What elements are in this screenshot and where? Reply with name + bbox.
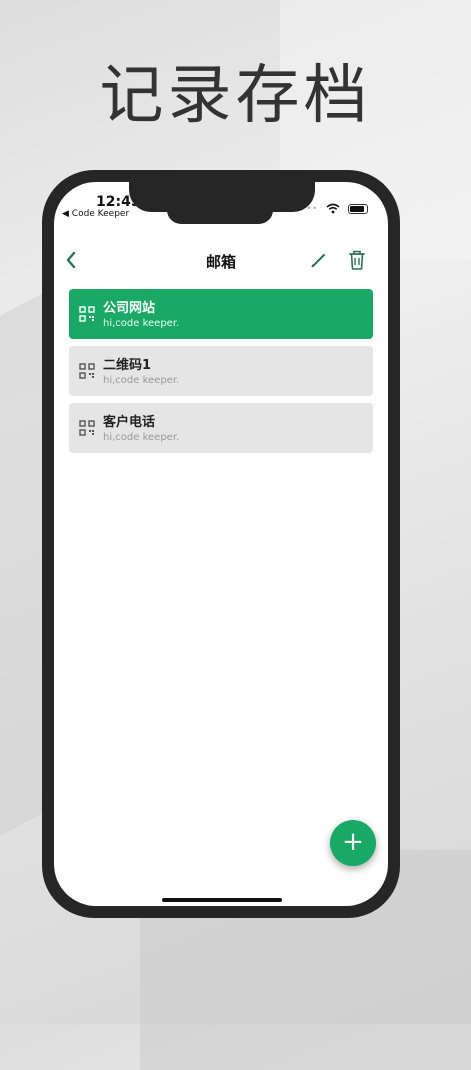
item-subtitle: hi,code keeper. (103, 375, 180, 386)
phone-notch (167, 200, 273, 224)
pencil-icon[interactable] (308, 249, 330, 271)
item-subtitle: hi,code keeper. (103, 318, 180, 329)
qr-code-icon (79, 363, 95, 379)
home-indicator[interactable] (162, 898, 282, 902)
nav-bar: 邮箱 (54, 238, 388, 282)
page-title: 邮箱 (205, 253, 236, 271)
record-list: 公司网站 hi,code keeper. 二维码1 hi,code keeper… (69, 289, 373, 460)
promo-headline: 记录存档 (99, 59, 372, 133)
wifi-icon (326, 203, 340, 214)
item-title: 公司网站 (103, 301, 156, 316)
phone-frame: 12:45 ◀ Code Keeper •••• 邮箱 公司网站 hi,code… (42, 170, 400, 918)
item-title: 客户电话 (103, 415, 156, 430)
list-item[interactable]: 客户电话 hi,code keeper. (69, 403, 373, 453)
battery-icon (348, 203, 368, 214)
add-button[interactable]: + (330, 820, 376, 866)
trash-icon[interactable] (346, 248, 368, 272)
qr-code-icon (79, 420, 95, 436)
list-item[interactable]: 公司网站 hi,code keeper. (69, 289, 373, 339)
phone-screen: 12:45 ◀ Code Keeper •••• 邮箱 公司网站 hi,code… (54, 182, 388, 906)
item-subtitle: hi,code keeper. (103, 432, 180, 443)
list-item[interactable]: 二维码1 hi,code keeper. (69, 346, 373, 396)
item-title: 二维码1 (103, 358, 152, 373)
qr-code-icon (79, 306, 95, 322)
back-to-app-link[interactable]: ◀ Code Keeper (62, 209, 129, 219)
